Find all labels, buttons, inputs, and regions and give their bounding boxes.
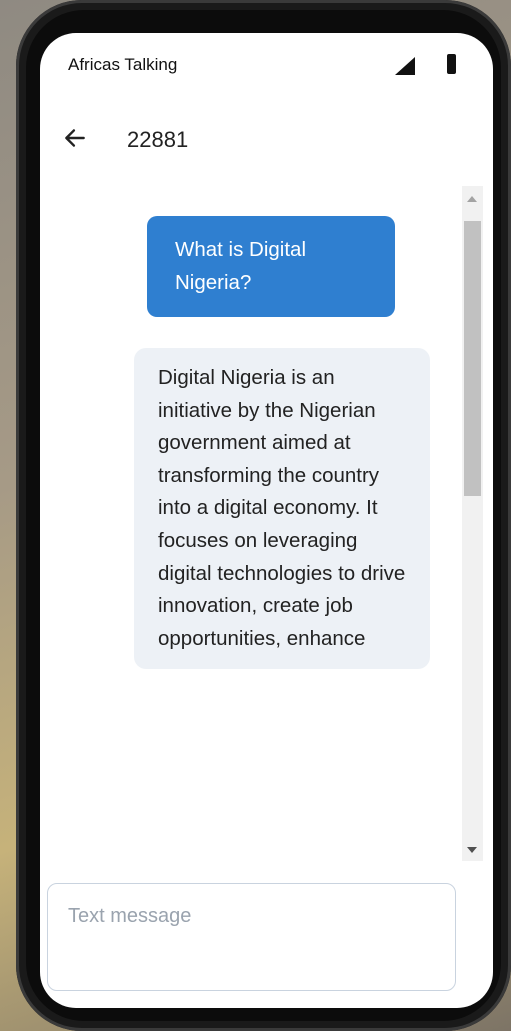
phone-screen: Africas Talking 22881 What is Digital Ni…: [40, 33, 493, 1008]
scroll-down-arrow-icon[interactable]: [467, 847, 477, 853]
message-list[interactable]: What is Digital Nigeria? Digital Nigeria…: [40, 186, 458, 861]
incoming-message-bubble: Digital Nigeria is an initiative by the …: [134, 348, 430, 670]
conversation-title: 22881: [127, 127, 189, 152]
outgoing-message-bubble: What is Digital Nigeria?: [147, 216, 395, 317]
scrollbar[interactable]: [462, 186, 483, 861]
message-input[interactable]: [48, 884, 455, 990]
arrow-left-icon[interactable]: [62, 125, 88, 151]
carrier-label: Africas Talking: [68, 55, 178, 74]
message-input-container: [47, 883, 456, 991]
battery-icon: [447, 54, 456, 74]
status-bar: Africas Talking: [40, 33, 493, 95]
scrollbar-thumb[interactable]: [464, 221, 481, 496]
app-bar: 22881: [40, 113, 493, 169]
scroll-up-arrow-icon[interactable]: [467, 196, 477, 202]
signal-icon: [395, 57, 415, 75]
